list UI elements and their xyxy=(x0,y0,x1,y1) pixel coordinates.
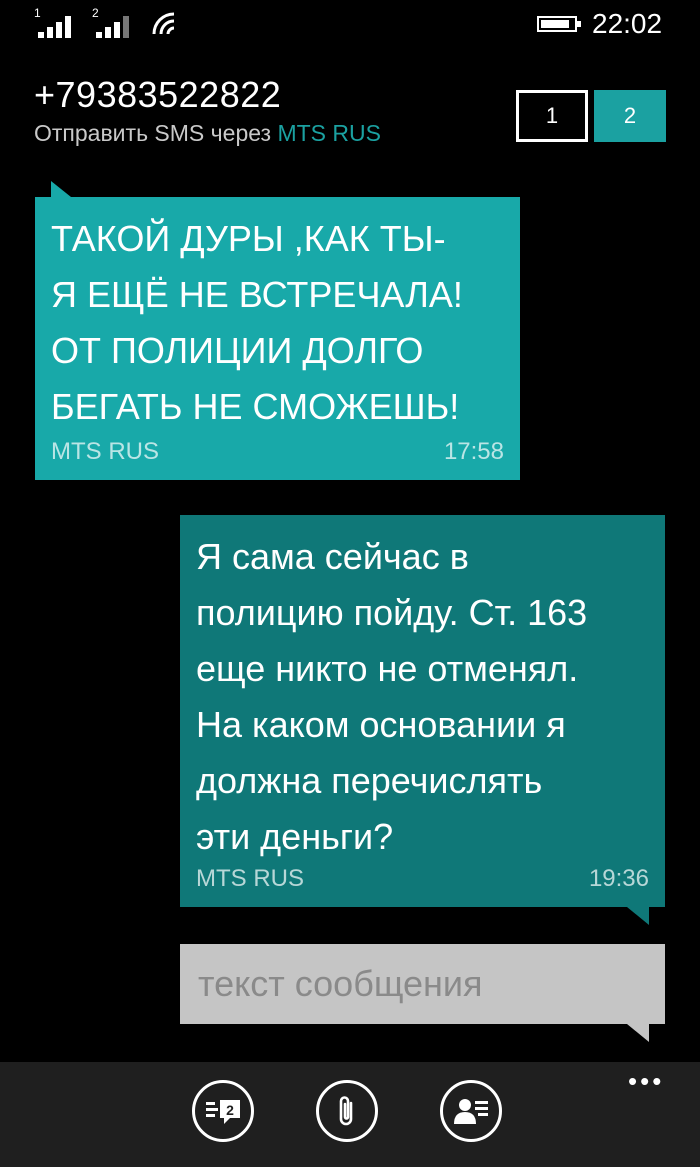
message-time: 19:36 xyxy=(588,865,649,892)
send-via-line: Отправить SMS через MTS RUS xyxy=(34,120,381,147)
message-text: Я сама сейчас в полицию пойду. Ст. 163 е… xyxy=(196,536,588,857)
message-input[interactable] xyxy=(196,962,649,1006)
wifi-icon xyxy=(152,12,175,35)
sim-badge: 2 xyxy=(226,1102,234,1118)
app-bar: ••• 2 xyxy=(0,1062,700,1167)
message-time: 17:58 xyxy=(443,438,504,465)
message-carrier: MTS RUS xyxy=(51,438,159,465)
attach-button[interactable] xyxy=(316,1080,378,1142)
send-via-prefix: Отправить SMS через xyxy=(34,120,272,146)
message-bubble-outgoing[interactable]: Я сама сейчас в полицию пойду. Ст. 163 е… xyxy=(180,515,665,925)
compose-tail xyxy=(627,1024,649,1042)
send-via-carrier[interactable]: MTS RUS xyxy=(277,120,381,146)
sim-tab-1[interactable]: 1 xyxy=(516,90,588,142)
sim-tab-2[interactable]: 2 xyxy=(594,90,666,142)
sms-sim-2-icon: 2 xyxy=(206,1100,240,1124)
contact-button[interactable] xyxy=(440,1080,502,1142)
status-bar: 1 2 22:02 xyxy=(0,0,700,50)
clock: 22:02 xyxy=(592,8,663,39)
paperclip-icon xyxy=(339,1096,353,1126)
more-options-icon[interactable]: ••• xyxy=(628,1068,664,1094)
bubble-tail xyxy=(627,907,649,925)
message-text: ТАКОЙ ДУРЫ ,КАК ТЫ- Я ЕЩЁ НЕ ВСТРЕЧАЛА! … xyxy=(51,218,463,427)
message-carrier: MTS RUS xyxy=(196,865,304,892)
compose-box[interactable] xyxy=(180,944,665,1042)
contact-card-icon xyxy=(454,1099,488,1124)
message-bubble-incoming[interactable]: ТАКОЙ ДУРЫ ,КАК ТЫ- Я ЕЩЁ НЕ ВСТРЕЧАЛА! … xyxy=(35,181,520,480)
bubble-tail xyxy=(51,181,71,197)
battery-icon xyxy=(537,16,581,32)
contact-phone-number: +79383522822 xyxy=(34,74,282,115)
switch-sim-button[interactable]: 2 xyxy=(192,1080,254,1142)
